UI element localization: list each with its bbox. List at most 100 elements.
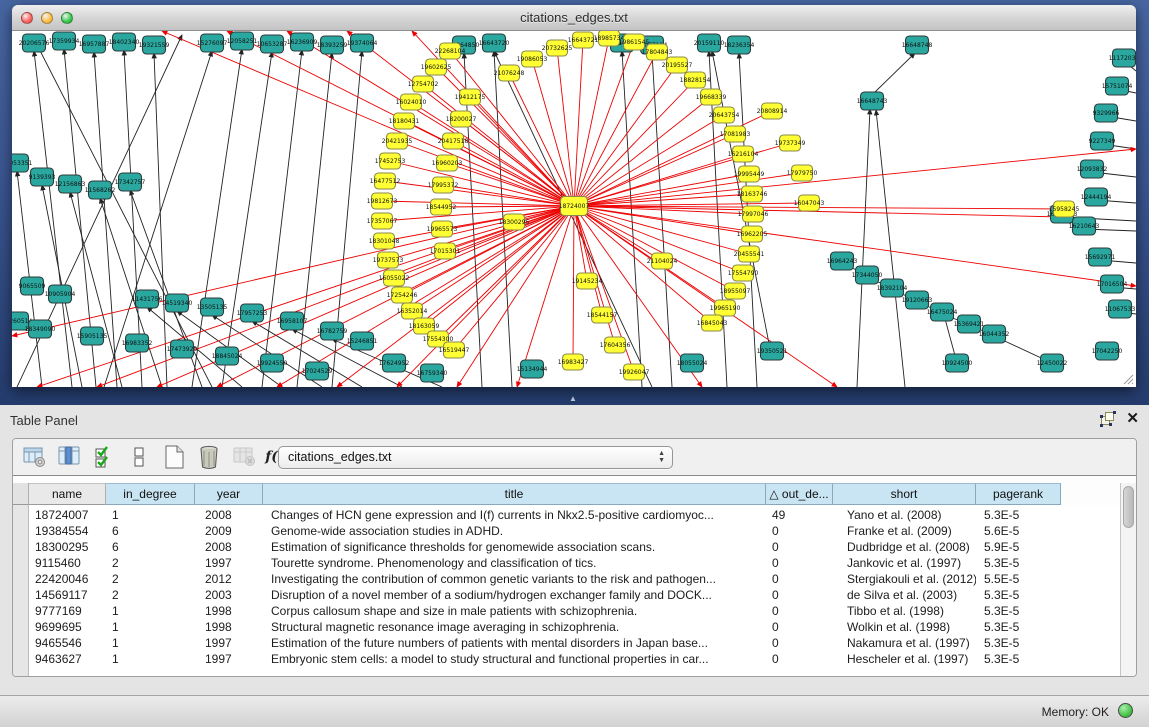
- cell-short[interactable]: Dudbridge et al. (2008): [833, 539, 976, 555]
- network-node[interactable]: 11431756: [132, 290, 163, 308]
- network-node[interactable]: 18055024: [677, 354, 708, 372]
- cell-name[interactable]: 9463627: [29, 651, 106, 667]
- canvas-resize-grip-icon[interactable]: [1121, 372, 1134, 385]
- network-node[interactable]: 13505135: [197, 298, 228, 316]
- network-node[interactable]: 15751074: [1102, 77, 1133, 95]
- network-node[interactable]: 19120663: [902, 291, 933, 309]
- network-node[interactable]: 9329966: [1093, 104, 1120, 122]
- column-header-short[interactable]: short: [833, 483, 976, 505]
- network-node[interactable]: 18163746: [737, 186, 768, 202]
- float-panel-icon[interactable]: [1101, 412, 1116, 426]
- cell-name[interactable]: 18300295: [29, 539, 106, 555]
- cell-pagerank[interactable]: 5.6E-5: [976, 523, 1061, 539]
- table-row[interactable]: 1938455462009Genome-wide association stu…: [29, 523, 1120, 539]
- network-view-window[interactable]: citations_edges.txt 20206576173599341695…: [12, 5, 1136, 387]
- network-node[interactable]: 19321559: [139, 36, 170, 54]
- network-node[interactable]: 19926047: [619, 364, 650, 380]
- network-node[interactable]: 20053351: [12, 154, 32, 172]
- cell-year[interactable]: 2008: [195, 539, 263, 555]
- cell-title[interactable]: Estimation of the future numbers of pati…: [263, 635, 766, 651]
- cell-pagerank[interactable]: 5.9E-5: [976, 539, 1061, 555]
- network-node[interactable]: 9227349: [1089, 132, 1116, 150]
- table-row[interactable]: 2242004622012Investigating the contribut…: [29, 571, 1120, 587]
- cell-title[interactable]: Structural magnetic resonance image aver…: [263, 619, 766, 635]
- network-node[interactable]: 16960203: [432, 155, 463, 171]
- network-node[interactable]: 21076248: [494, 65, 525, 81]
- cell-pagerank[interactable]: 5.3E-5: [976, 635, 1061, 651]
- cell-name[interactable]: 14569117: [29, 587, 106, 603]
- table-row[interactable]: 1456911722003Disruption of a novel membe…: [29, 587, 1120, 603]
- network-node[interactable]: 16648743: [857, 92, 888, 110]
- network-node[interactable]: 16782759: [317, 322, 348, 340]
- cell-title[interactable]: Genome-wide association studies in ADHD.: [263, 523, 766, 539]
- network-node[interactable]: 15905135: [77, 327, 108, 345]
- cell-in_degree[interactable]: 1: [106, 619, 195, 635]
- network-graph[interactable]: 2020657617359934169578871840234019321559…: [12, 31, 1136, 387]
- cell-title[interactable]: Corpus callosum shape and size in male p…: [263, 603, 766, 619]
- network-node[interactable]: 16957887: [79, 35, 110, 53]
- cell-short[interactable]: de Silva et al. (2003): [833, 587, 976, 603]
- memory-status-indicator[interactable]: [1118, 703, 1133, 718]
- cell-name[interactable]: 9465546: [29, 635, 106, 651]
- network-node[interactable]: 18955097: [720, 283, 751, 299]
- cell-pagerank[interactable]: 5.5E-5: [976, 571, 1061, 587]
- cell-in_degree[interactable]: 2: [106, 587, 195, 603]
- network-node[interactable]: 15134944: [517, 360, 548, 378]
- network-node[interactable]: 16648748: [902, 36, 933, 54]
- network-node[interactable]: 16236909: [287, 33, 318, 51]
- cell-out_degree[interactable]: 0: [766, 651, 833, 667]
- cell-out_degree[interactable]: 0: [766, 571, 833, 587]
- network-node[interactable]: 12156863: [55, 175, 86, 193]
- network-node[interactable]: 19350521: [757, 342, 788, 360]
- cell-title[interactable]: Embryonic stem cells: a model to study s…: [263, 651, 766, 667]
- cell-year[interactable]: 1997: [195, 555, 263, 571]
- cell-year[interactable]: 2003: [195, 587, 263, 603]
- network-node[interactable]: 11067533: [1105, 300, 1136, 318]
- network-node[interactable]: 16216104: [728, 146, 759, 162]
- cell-year[interactable]: 2009: [195, 523, 263, 539]
- scrollbar-thumb[interactable]: [1123, 486, 1134, 528]
- network-node[interactable]: 16210643: [1069, 217, 1100, 235]
- network-node[interactable]: 16055022: [379, 270, 410, 286]
- cell-name[interactable]: 9115460: [29, 555, 106, 571]
- network-node[interactable]: 17024529: [302, 362, 333, 380]
- unselect-all-icon[interactable]: [126, 444, 152, 470]
- cell-year[interactable]: 2008: [195, 507, 263, 523]
- cell-pagerank[interactable]: 5.3E-5: [976, 587, 1061, 603]
- network-node[interactable]: 11568262: [85, 181, 116, 199]
- network-node[interactable]: 20206576: [19, 34, 50, 52]
- cell-in_degree[interactable]: 1: [106, 651, 195, 667]
- network-node[interactable]: 18392104: [877, 279, 908, 297]
- network-node[interactable]: 16958107: [277, 312, 308, 330]
- cell-name[interactable]: 18724007: [29, 507, 106, 523]
- network-node[interactable]: 17016504: [1097, 275, 1128, 293]
- cell-short[interactable]: Nakamura et al. (1997): [833, 635, 976, 651]
- network-node[interactable]: 19737573: [373, 252, 404, 268]
- cell-title[interactable]: Changes of HCN gene expression and I(f) …: [263, 507, 766, 523]
- network-node[interactable]: 19924550: [257, 354, 288, 372]
- table-row[interactable]: 977716911998Corpus callosum shape and si…: [29, 603, 1120, 619]
- network-node[interactable]: 11172034: [1109, 49, 1136, 67]
- cell-out_degree[interactable]: 49: [766, 507, 833, 523]
- cell-pagerank[interactable]: 5.3E-5: [976, 619, 1061, 635]
- cell-out_degree[interactable]: 0: [766, 635, 833, 651]
- network-node[interactable]: 19412175: [455, 89, 486, 105]
- cell-out_degree[interactable]: 0: [766, 603, 833, 619]
- network-table-selector[interactable]: citations_edges.txt ▲▼: [278, 446, 673, 469]
- network-node[interactable]: 17957253: [237, 304, 268, 322]
- window-titlebar[interactable]: citations_edges.txt: [12, 5, 1136, 31]
- table-row[interactable]: 1872400712008Changes of HCN gene express…: [29, 507, 1120, 523]
- network-node[interactable]: 18845024: [212, 347, 243, 365]
- network-node[interactable]: 19374064: [347, 34, 378, 52]
- table-mode-icon[interactable]: [21, 444, 47, 470]
- network-node[interactable]: 17997046: [738, 206, 769, 222]
- network-node[interactable]: 17081983: [720, 126, 751, 142]
- column-header-out_degree[interactable]: △ out_de...: [766, 483, 833, 505]
- network-node[interactable]: 17342757: [115, 173, 146, 191]
- cell-short[interactable]: Yano et al. (2008): [833, 507, 976, 523]
- network-node[interactable]: 17359934: [49, 32, 80, 50]
- network-node[interactable]: 19602625: [421, 59, 452, 75]
- cell-out_degree[interactable]: 0: [766, 587, 833, 603]
- network-node[interactable]: 18236354: [724, 36, 755, 54]
- network-node[interactable]: 15692971: [1085, 248, 1116, 266]
